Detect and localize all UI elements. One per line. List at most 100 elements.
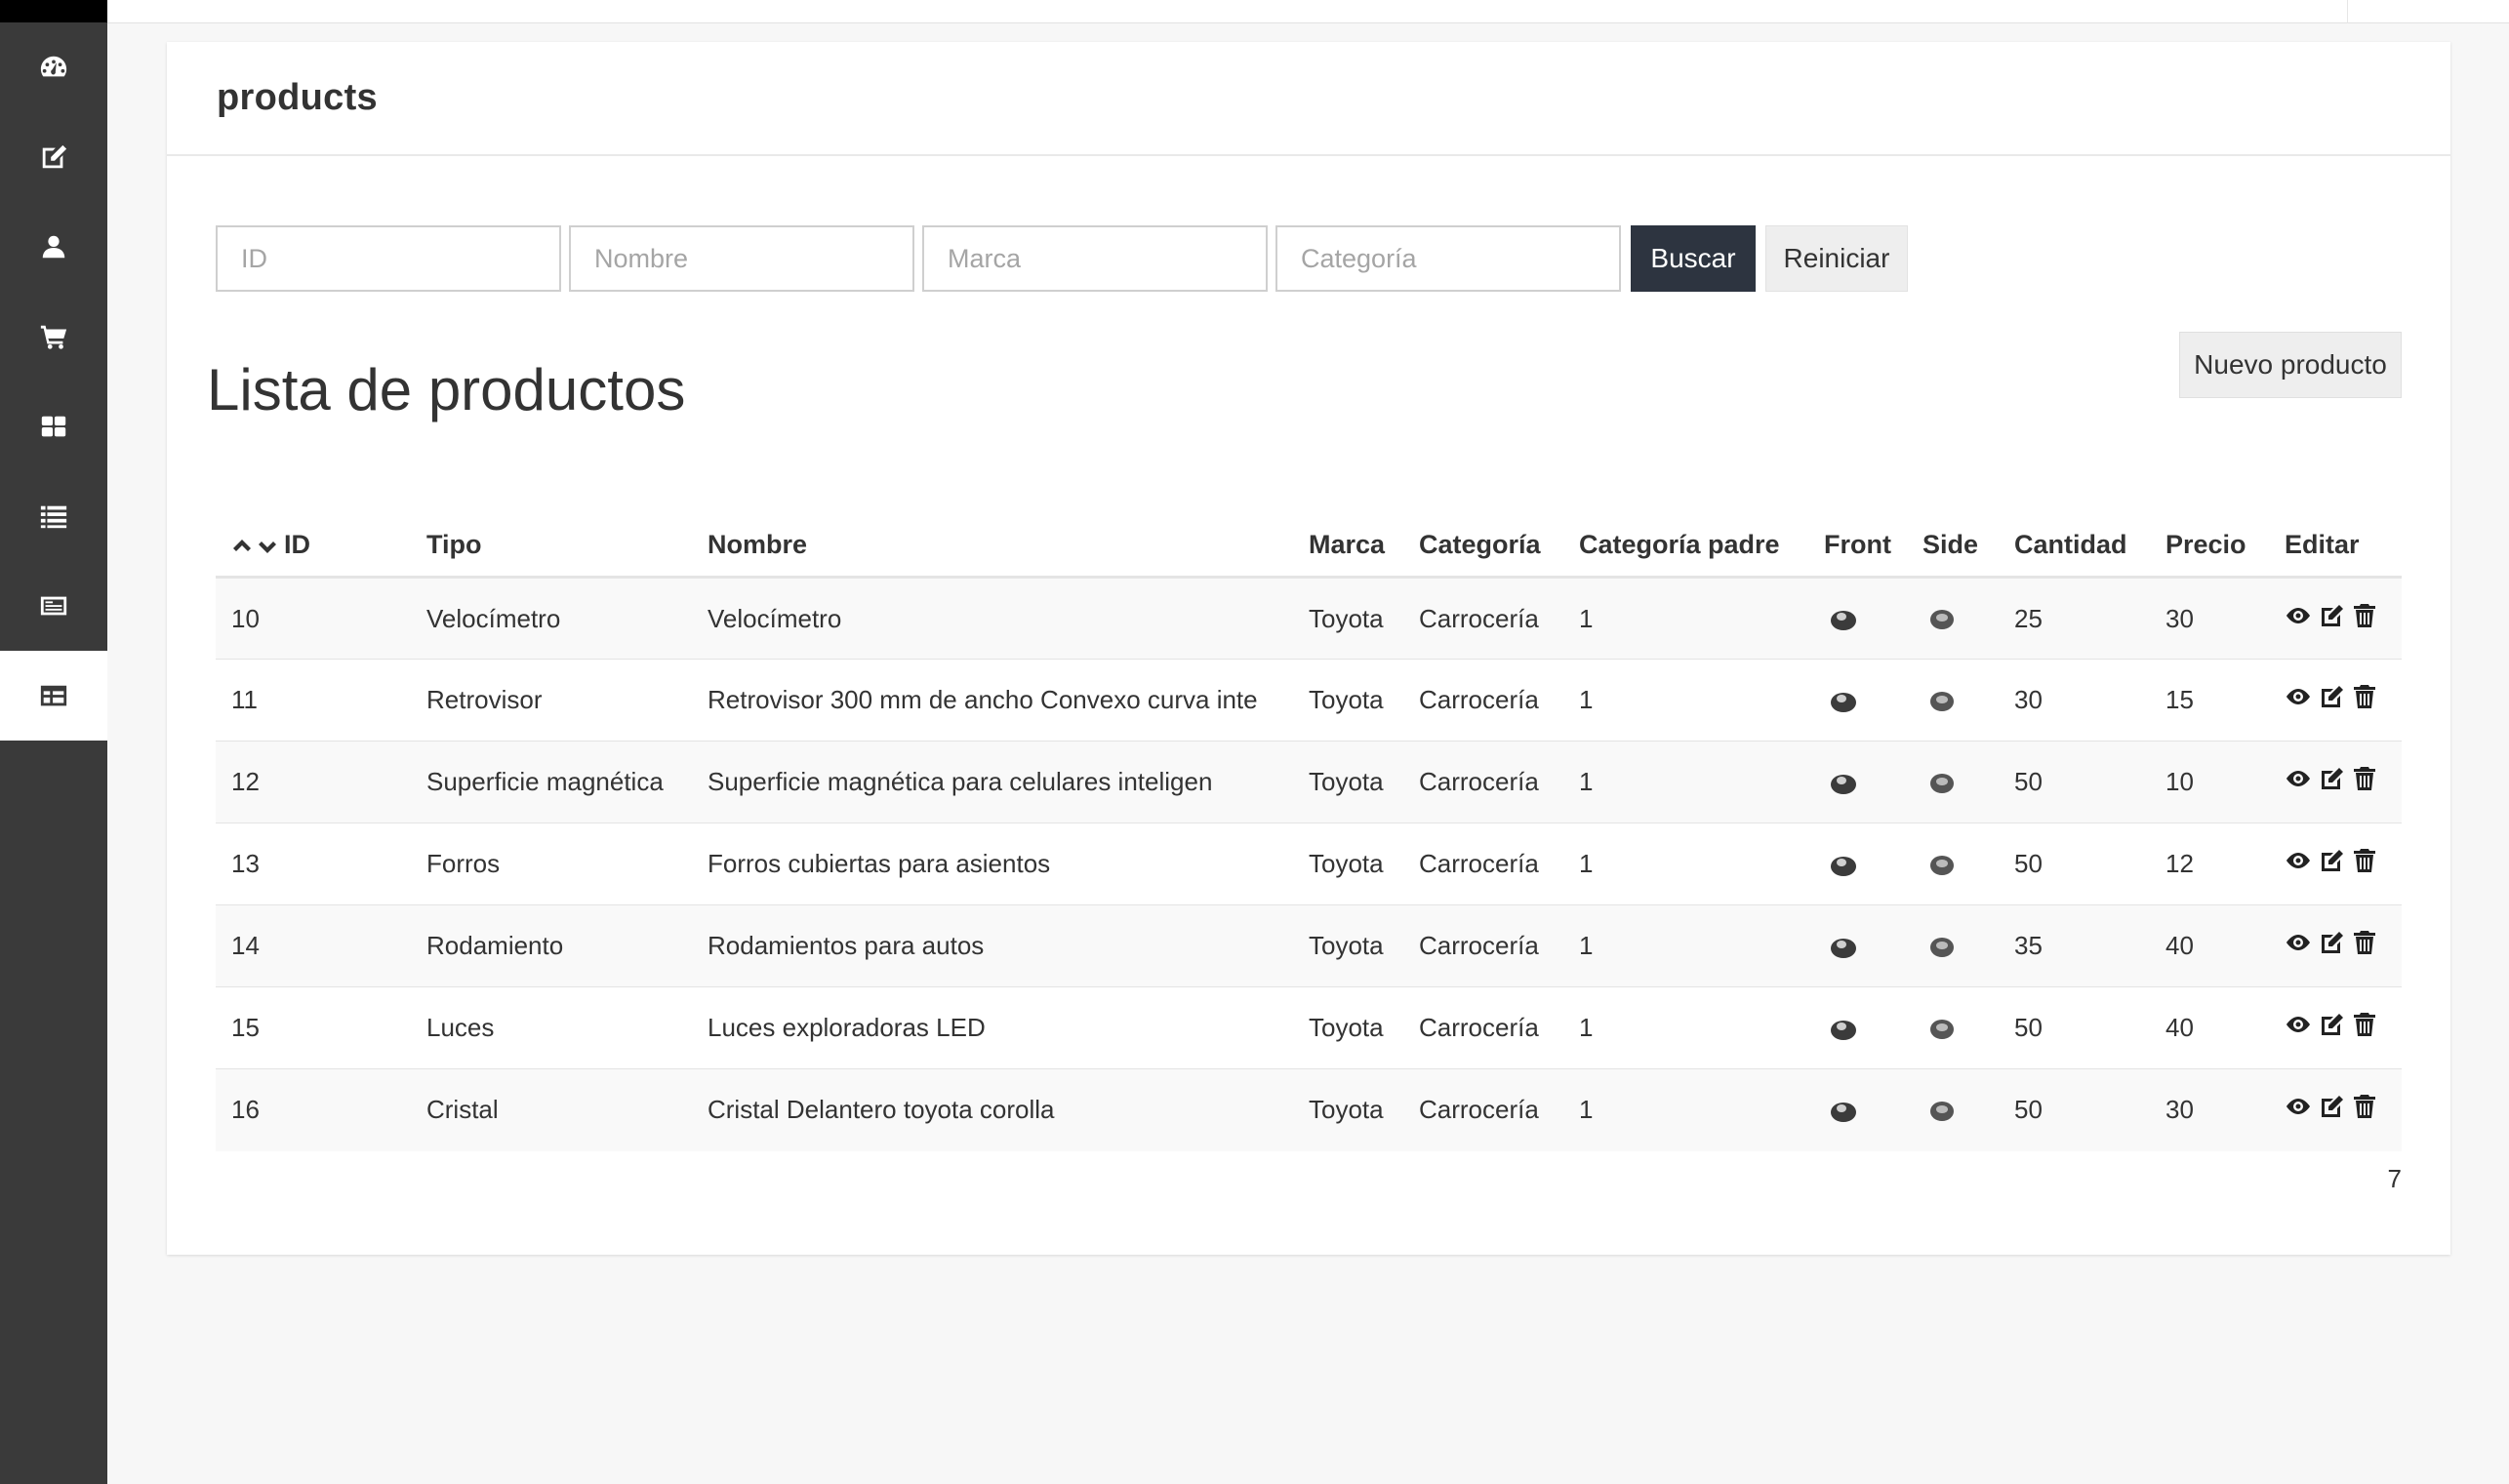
edit-icon[interactable]	[2318, 1011, 2345, 1038]
new-product-button[interactable]: Nuevo producto	[2179, 332, 2402, 398]
front-image	[1831, 1020, 1856, 1040]
sort-up-icon[interactable]	[231, 538, 253, 555]
sidebar-item-users[interactable]	[0, 202, 107, 292]
search-form: Buscar Reiniciar	[216, 225, 1908, 292]
list-title: Lista de productos	[207, 357, 686, 422]
cell-tipo: Forros	[411, 822, 692, 905]
cart-icon	[40, 325, 67, 349]
view-icon[interactable]	[2285, 847, 2312, 874]
cell-tipo: Rodamiento	[411, 904, 692, 987]
row-actions	[2285, 683, 2378, 710]
cell-front	[1808, 741, 1907, 823]
side-image	[1930, 773, 1954, 793]
sidebar-item-tables[interactable]	[0, 651, 107, 741]
trash-icon[interactable]	[2351, 1011, 2378, 1038]
edit-icon[interactable]	[2318, 847, 2345, 874]
topbar-divider	[2347, 0, 2348, 23]
table-row: 14 Rodamiento Rodamientos para autos Toy…	[216, 904, 2402, 987]
cell-actions	[2269, 577, 2402, 660]
cell-front	[1808, 986, 1907, 1069]
cell-tipo: Velocímetro	[411, 577, 692, 660]
cell-categoria-padre: 1	[1563, 659, 1808, 742]
brand-search-input[interactable]	[922, 225, 1268, 292]
sidebar-item-news[interactable]	[0, 561, 107, 651]
edit-icon[interactable]	[2318, 765, 2345, 792]
row-actions	[2285, 929, 2378, 956]
list-icon	[40, 505, 67, 529]
view-icon[interactable]	[2285, 1093, 2312, 1120]
edit-icon	[42, 144, 67, 169]
view-icon[interactable]	[2285, 765, 2312, 792]
cell-nombre: Superficie magnética para celulares inte…	[692, 741, 1293, 823]
cell-nombre: Cristal Delantero toyota corolla	[692, 1068, 1293, 1151]
id-search-input[interactable]	[216, 225, 561, 292]
sidebar-item-dashboard[interactable]	[0, 22, 107, 112]
sort-controls[interactable]	[231, 538, 278, 555]
trash-icon[interactable]	[2351, 929, 2378, 956]
trash-icon[interactable]	[2351, 1093, 2378, 1120]
edit-icon[interactable]	[2318, 1093, 2345, 1120]
topbar	[107, 0, 2509, 23]
trash-icon[interactable]	[2351, 602, 2378, 629]
cell-marca: Toyota	[1293, 741, 1403, 823]
cell-side	[1907, 577, 1999, 660]
sidebar-item-grid[interactable]	[0, 381, 107, 471]
cell-categoria-padre: 1	[1563, 741, 1808, 823]
edit-icon[interactable]	[2318, 683, 2345, 710]
column-header-side: Side	[1907, 512, 1999, 579]
cell-front	[1808, 1068, 1907, 1151]
view-icon[interactable]	[2285, 683, 2312, 710]
cell-marca: Toyota	[1293, 577, 1403, 660]
cell-front	[1808, 659, 1907, 742]
category-search-input[interactable]	[1275, 225, 1621, 292]
reset-button[interactable]: Reiniciar	[1765, 225, 1908, 292]
sidebar-item-cart[interactable]	[0, 292, 107, 381]
row-actions	[2285, 1011, 2378, 1038]
cell-side	[1907, 741, 1999, 823]
cell-tipo: Retrovisor	[411, 659, 692, 742]
row-actions	[2285, 602, 2378, 629]
cell-precio: 12	[2150, 822, 2269, 905]
cell-precio: 40	[2150, 986, 2269, 1069]
front-image	[1831, 1102, 1856, 1122]
column-header-precio: Precio	[2150, 512, 2269, 579]
search-button[interactable]: Buscar	[1631, 225, 1756, 292]
trash-icon[interactable]	[2351, 683, 2378, 710]
edit-icon[interactable]	[2318, 602, 2345, 629]
column-header-categoria: Categoría	[1403, 512, 1563, 579]
cell-categoria: Carrocería	[1403, 822, 1563, 905]
cell-id: 10	[216, 577, 411, 660]
cell-side	[1907, 1068, 1999, 1151]
view-icon[interactable]	[2285, 929, 2312, 956]
cell-actions	[2269, 659, 2402, 742]
cell-marca: Toyota	[1293, 986, 1403, 1069]
cell-categoria: Carrocería	[1403, 904, 1563, 987]
grid-icon	[41, 416, 66, 437]
side-image	[1930, 1101, 1954, 1121]
name-search-input[interactable]	[569, 225, 914, 292]
cell-categoria-padre: 1	[1563, 904, 1808, 987]
view-icon[interactable]	[2285, 1011, 2312, 1038]
cell-side	[1907, 659, 1999, 742]
edit-icon[interactable]	[2318, 929, 2345, 956]
sidebar-item-edit[interactable]	[0, 112, 107, 202]
view-icon[interactable]	[2285, 602, 2312, 629]
sidebar-topbar	[0, 0, 107, 22]
trash-icon[interactable]	[2351, 847, 2378, 874]
cell-actions	[2269, 822, 2402, 905]
side-image	[1930, 1019, 1954, 1039]
column-header-id[interactable]: ID	[216, 512, 411, 579]
table-row: 11 Retrovisor Retrovisor 300 mm de ancho…	[216, 659, 2402, 742]
cell-categoria-padre: 1	[1563, 986, 1808, 1069]
trash-icon[interactable]	[2351, 765, 2378, 792]
sort-down-icon[interactable]	[257, 538, 278, 555]
dashboard-icon	[40, 56, 67, 77]
front-image	[1831, 611, 1856, 630]
sidebar-item-list[interactable]	[0, 471, 107, 561]
cell-precio: 30	[2150, 1068, 2269, 1151]
products-panel: products Buscar Reiniciar Lista de produ…	[167, 42, 2450, 1255]
side-image	[1930, 855, 1954, 875]
cell-actions	[2269, 1068, 2402, 1151]
products-table: ID Tipo Nombre Marca Categoría Categoría…	[216, 512, 2402, 1151]
front-image	[1831, 692, 1856, 712]
